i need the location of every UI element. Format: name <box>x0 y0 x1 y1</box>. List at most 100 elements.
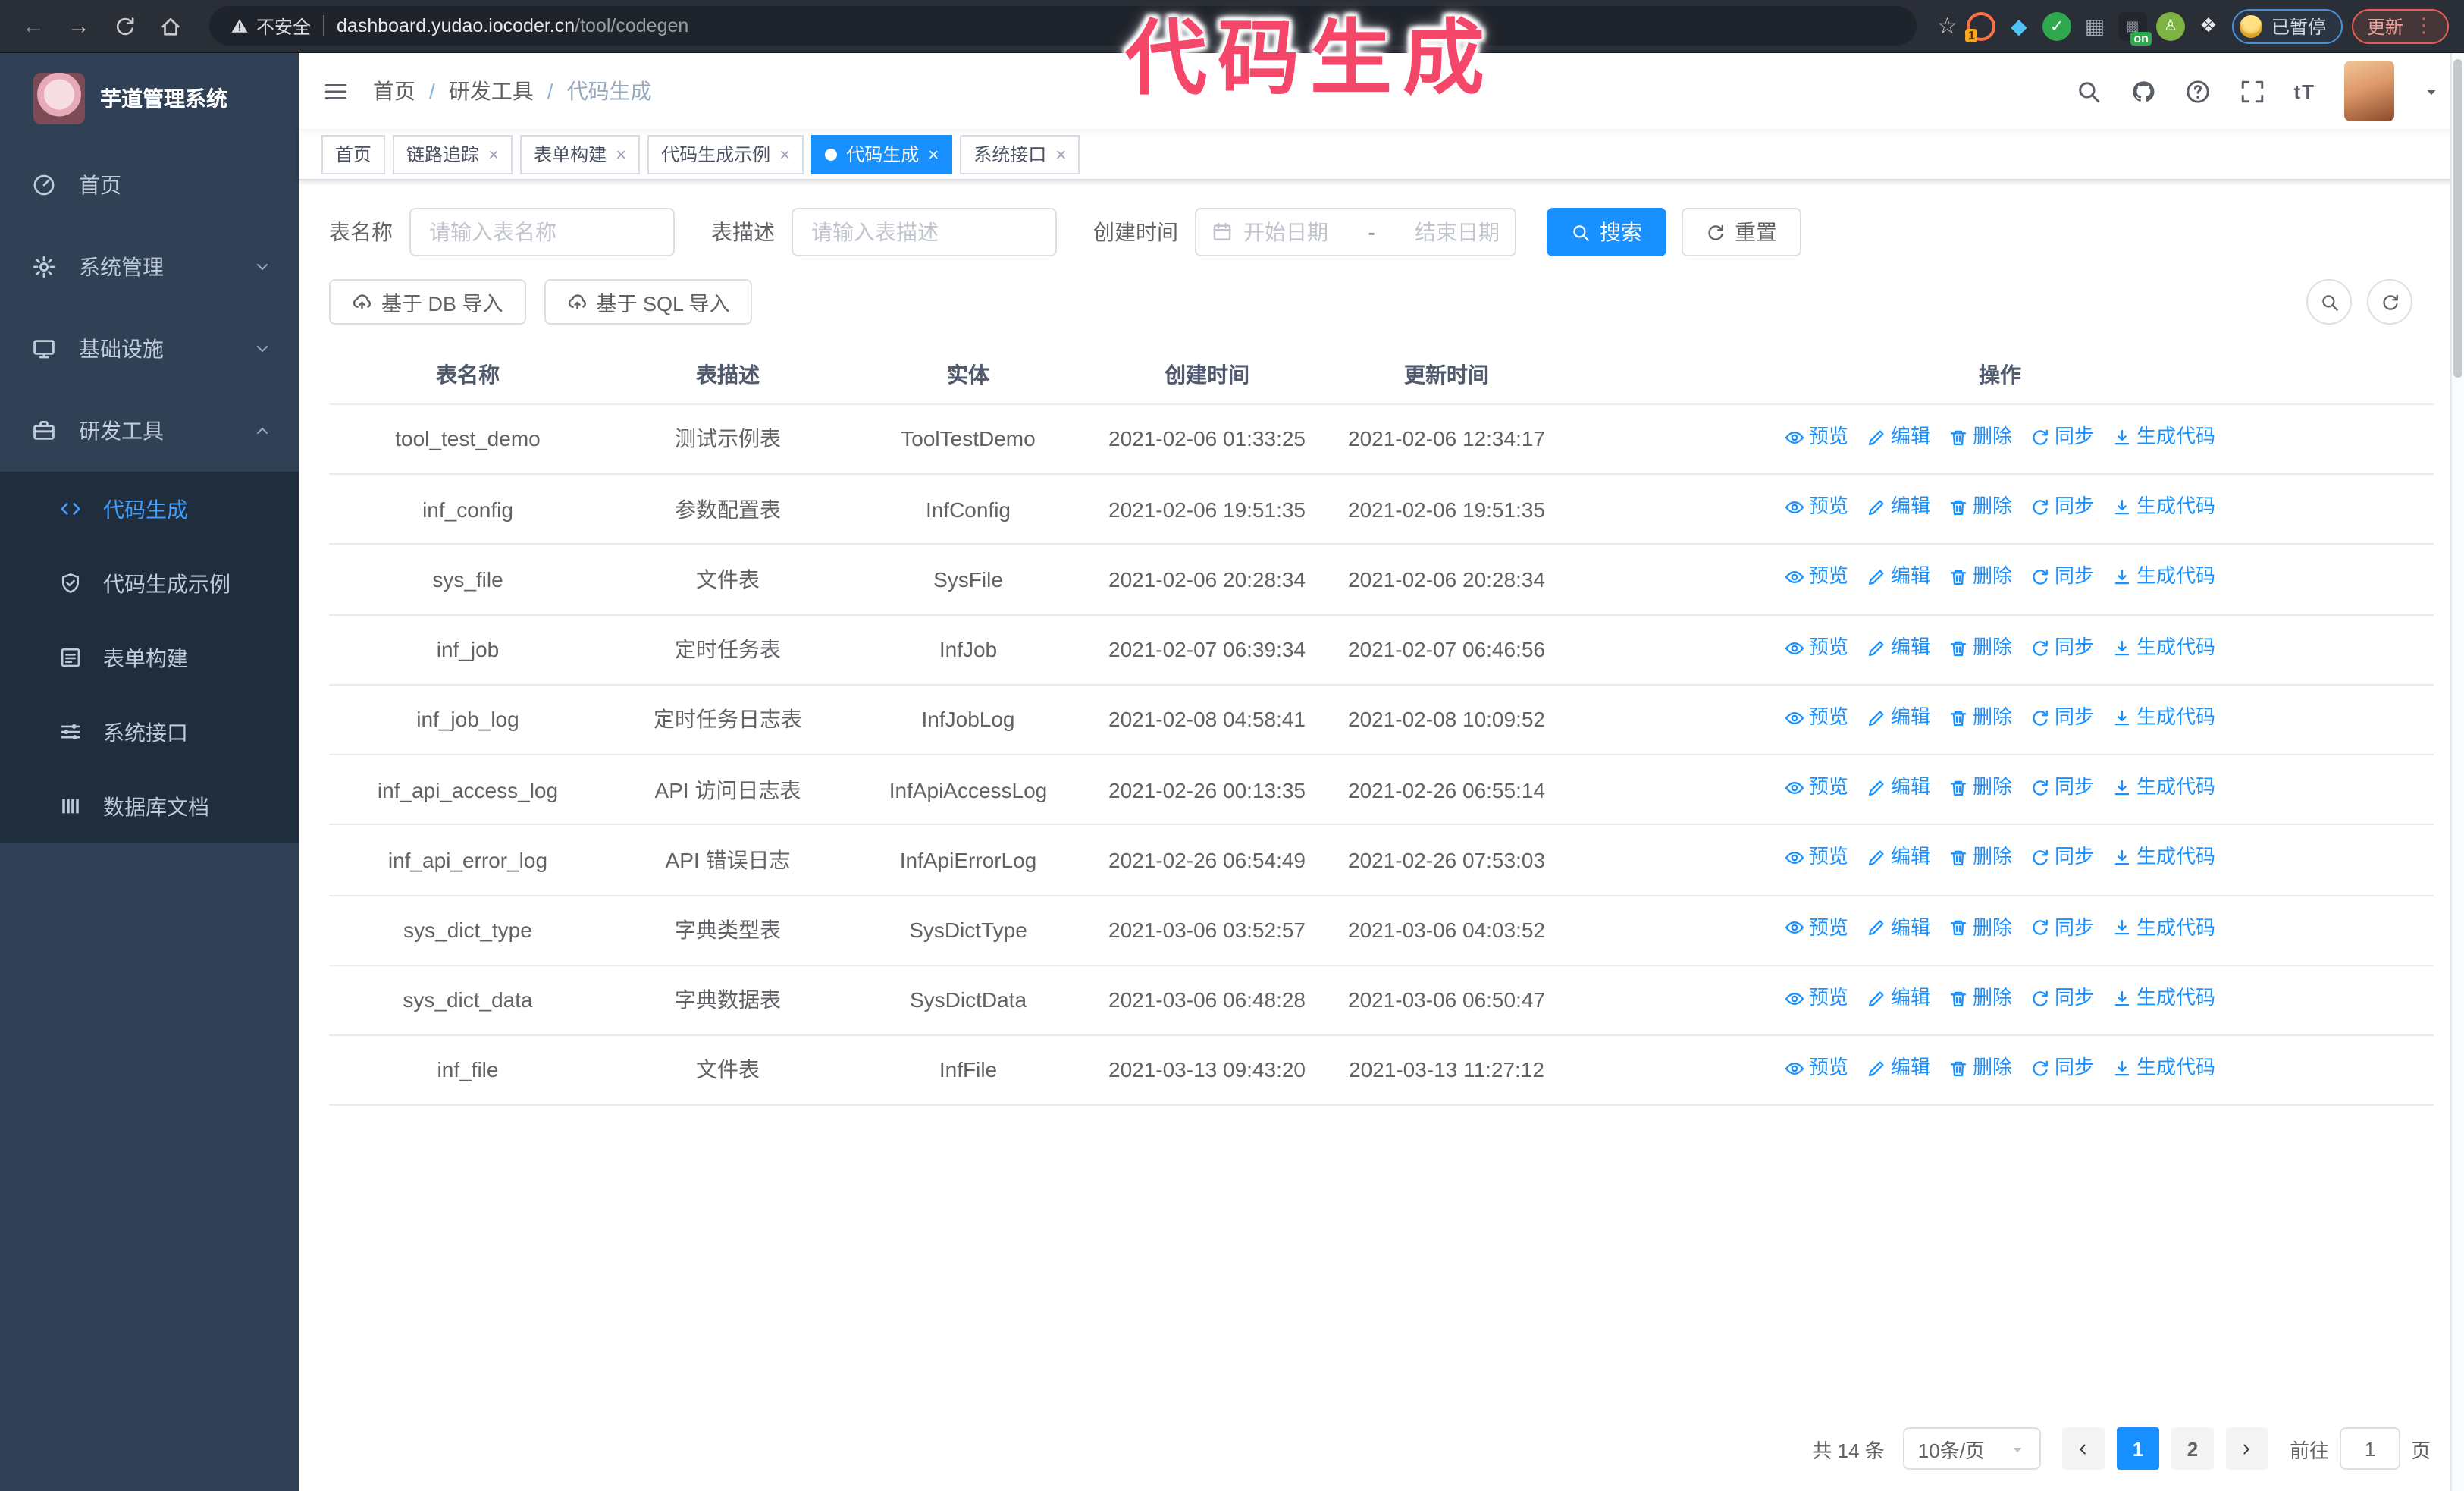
breadcrumb-item[interactable]: 研发工具 <box>449 76 534 106</box>
extension-icon-3[interactable]: ✓ <box>2042 11 2071 40</box>
avatar-caret-icon[interactable] <box>2423 83 2440 99</box>
action-generate-code-link[interactable]: 生成代码 <box>2112 493 2215 522</box>
extension-icon-6[interactable]: ♙ <box>2155 11 2185 40</box>
scrollbar-thumb[interactable] <box>2453 59 2462 378</box>
sidebar-item-dev-tools[interactable]: 研发工具 <box>0 390 299 472</box>
import-db-button[interactable]: 基于 DB 导入 <box>329 279 526 325</box>
action-edit-link[interactable]: 编辑 <box>1867 423 1930 452</box>
user-avatar[interactable] <box>2344 61 2394 121</box>
table-row[interactable]: inf_file 文件表 InfFile 2021-03-13 09:43:20… <box>329 1036 2434 1106</box>
table-row[interactable]: inf_job_log 定时任务日志表 InfJobLog 2021-02-08… <box>329 686 2434 756</box>
action-sync-link[interactable]: 同步 <box>2030 914 2094 943</box>
action-sync-link[interactable]: 同步 <box>2030 423 2094 452</box>
action-generate-code-link[interactable]: 生成代码 <box>2112 563 2215 592</box>
sidebar-item-db-doc[interactable]: 数据库文档 <box>0 769 299 843</box>
action-delete-link[interactable]: 删除 <box>1948 704 2012 733</box>
extensions-puzzle-icon[interactable]: ❖ <box>2194 11 2223 40</box>
action-sync-link[interactable]: 同步 <box>2030 774 2094 802</box>
action-delete-link[interactable]: 删除 <box>1948 774 2012 802</box>
table-row[interactable]: sys_dict_data 字典数据表 SysDictData 2021-03-… <box>329 966 2434 1036</box>
action-preview-link[interactable]: 预览 <box>1785 563 1848 592</box>
sidebar-item-codegen-example[interactable]: 代码生成示例 <box>0 546 299 620</box>
action-sync-link[interactable]: 同步 <box>2030 493 2094 522</box>
table-row[interactable]: sys_dict_type 字典类型表 SysDictType 2021-03-… <box>329 896 2434 966</box>
action-delete-link[interactable]: 删除 <box>1948 423 2012 452</box>
action-preview-link[interactable]: 预览 <box>1785 1054 1848 1083</box>
close-tab-icon[interactable]: × <box>616 143 626 165</box>
close-tab-icon[interactable]: × <box>928 143 939 165</box>
action-generate-code-link[interactable]: 生成代码 <box>2112 914 2215 943</box>
tab-home[interactable]: 首页 <box>321 134 386 174</box>
fullscreen-icon[interactable] <box>2239 78 2265 104</box>
paused-profile-button[interactable]: 已暂停 <box>2231 8 2343 43</box>
action-generate-code-link[interactable]: 生成代码 <box>2112 1054 2215 1083</box>
action-delete-link[interactable]: 删除 <box>1948 984 2012 1013</box>
action-preview-link[interactable]: 预览 <box>1785 914 1848 943</box>
action-generate-code-link[interactable]: 生成代码 <box>2112 774 2215 802</box>
tab-system-api[interactable]: 系统接口 × <box>960 134 1080 174</box>
action-delete-link[interactable]: 删除 <box>1948 563 2012 592</box>
action-preview-link[interactable]: 预览 <box>1785 423 1848 452</box>
action-sync-link[interactable]: 同步 <box>2030 984 2094 1013</box>
extension-icon-1[interactable]: 1 <box>1964 11 1995 42</box>
action-edit-link[interactable]: 编辑 <box>1867 844 1930 873</box>
action-edit-link[interactable]: 编辑 <box>1867 563 1930 592</box>
action-delete-link[interactable]: 删除 <box>1948 493 2012 522</box>
sidebar-item-infrastructure[interactable]: 基础设施 <box>0 308 299 390</box>
close-tab-icon[interactable]: × <box>779 143 790 165</box>
action-generate-code-link[interactable]: 生成代码 <box>2112 704 2215 733</box>
help-icon[interactable] <box>2184 78 2210 104</box>
tab-trace[interactable]: 链路追踪 × <box>393 134 513 174</box>
sidebar-item-home[interactable]: 首页 <box>0 144 299 226</box>
action-edit-link[interactable]: 编辑 <box>1867 1054 1930 1083</box>
tab-form-build[interactable]: 表单构建 × <box>520 134 641 174</box>
action-delete-link[interactable]: 删除 <box>1948 1054 2012 1083</box>
extension-icon-4[interactable]: ▦ <box>2080 11 2109 40</box>
breadcrumb-item[interactable]: 首页 <box>373 76 415 106</box>
sidebar-item-system-api[interactable]: 系统接口 <box>0 695 299 769</box>
table-row[interactable]: inf_config 参数配置表 InfConfig 2021-02-06 19… <box>329 475 2434 545</box>
action-generate-code-link[interactable]: 生成代码 <box>2112 844 2215 873</box>
action-generate-code-link[interactable]: 生成代码 <box>2112 984 2215 1013</box>
address-bar[interactable]: 不安全 dashboard.yudao.iocoder.cn/tool/code… <box>209 6 1917 46</box>
action-sync-link[interactable]: 同步 <box>2030 633 2094 662</box>
page-size-select[interactable]: 10条/页 <box>1902 1427 2041 1470</box>
action-edit-link[interactable]: 编辑 <box>1867 633 1930 662</box>
action-delete-link[interactable]: 删除 <box>1948 633 2012 662</box>
action-preview-link[interactable]: 预览 <box>1785 774 1848 802</box>
browser-back-button[interactable]: ← <box>15 8 52 44</box>
action-sync-link[interactable]: 同步 <box>2030 704 2094 733</box>
action-edit-link[interactable]: 编辑 <box>1867 493 1930 522</box>
search-button[interactable]: 搜索 <box>1547 208 1666 256</box>
toggle-search-button[interactable] <box>2306 279 2352 325</box>
sidebar-item-system-management[interactable]: 系统管理 <box>0 226 299 308</box>
sidebar-item-codegen[interactable]: 代码生成 <box>0 472 299 546</box>
extension-icon-2[interactable]: ◆ <box>2005 11 2033 40</box>
action-delete-link[interactable]: 删除 <box>1948 844 2012 873</box>
table-row[interactable]: tool_test_demo 测试示例表 ToolTestDemo 2021-0… <box>329 405 2434 476</box>
table-row[interactable]: inf_api_access_log API 访问日志表 InfApiAcces… <box>329 755 2434 826</box>
close-tab-icon[interactable]: × <box>1055 143 1066 165</box>
search-icon[interactable] <box>2075 78 2101 104</box>
table-row[interactable]: inf_api_error_log API 错误日志 InfApiErrorLo… <box>329 826 2434 896</box>
action-sync-link[interactable]: 同步 <box>2030 844 2094 873</box>
table-row[interactable]: sys_file 文件表 SysFile 2021-02-06 20:28:34… <box>329 545 2434 616</box>
page-button-1[interactable]: 1 <box>2116 1427 2159 1470</box>
prev-page-button[interactable] <box>2061 1427 2105 1470</box>
date-range-input[interactable]: 开始日期 - 结束日期 <box>1195 208 1516 256</box>
github-icon[interactable] <box>2130 78 2155 104</box>
table-desc-input[interactable]: 请输入表描述 <box>792 208 1057 256</box>
tab-codegen-example[interactable]: 代码生成示例 × <box>647 134 804 174</box>
action-edit-link[interactable]: 编辑 <box>1867 914 1930 943</box>
action-edit-link[interactable]: 编辑 <box>1867 704 1930 733</box>
goto-page-input[interactable]: 1 <box>2339 1427 2400 1470</box>
bookmark-star-icon[interactable]: ☆ <box>1937 12 1958 39</box>
app-logo[interactable]: 芋道管理系统 <box>0 53 299 144</box>
action-sync-link[interactable]: 同步 <box>2030 1054 2094 1083</box>
browser-forward-button[interactable]: → <box>61 8 97 44</box>
tab-codegen[interactable]: 代码生成 × <box>811 134 953 174</box>
hamburger-icon[interactable] <box>323 78 349 104</box>
action-generate-code-link[interactable]: 生成代码 <box>2112 423 2215 452</box>
page-scrollbar[interactable] <box>2450 53 2464 1491</box>
extension-icon-5[interactable]: ▩ on <box>2118 11 2152 45</box>
